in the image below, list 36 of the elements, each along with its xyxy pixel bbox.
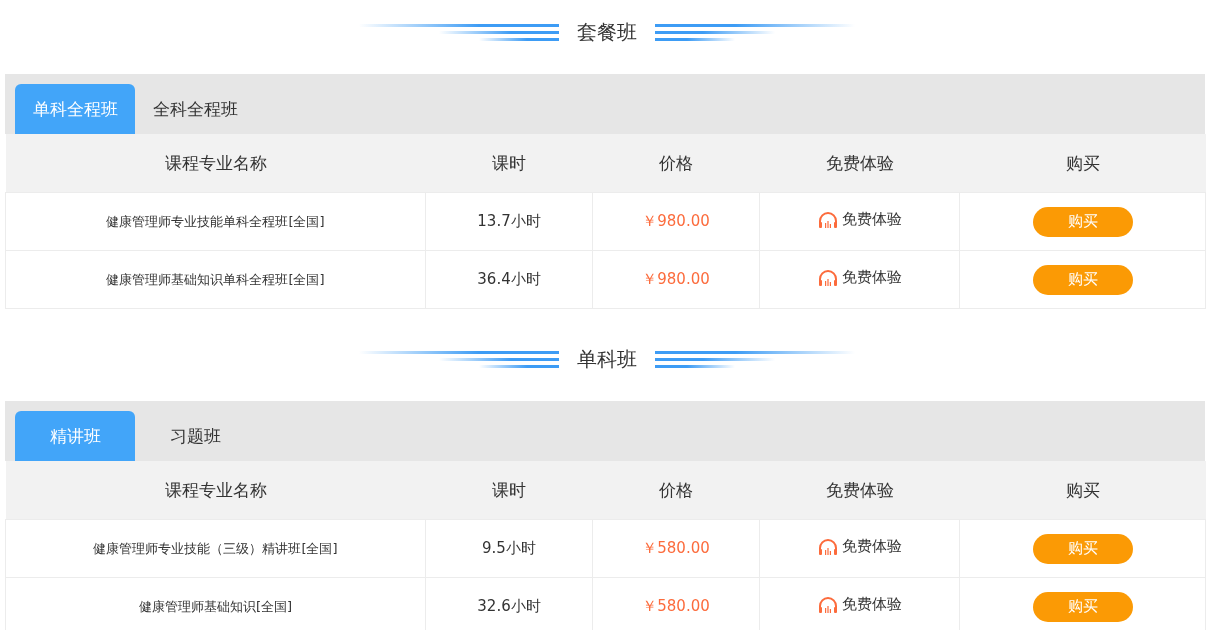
course-tab[interactable]: 习题班 [135, 411, 255, 461]
column-header: 课时 [425, 134, 593, 193]
column-header: 价格 [592, 134, 760, 193]
section-title: 单科班 [577, 345, 637, 373]
free-trial-link[interactable]: 免费体验 [841, 210, 902, 230]
column-header: 课程专业名称 [5, 134, 426, 193]
column-header: 课时 [425, 461, 593, 520]
course-hours: 13.7小时 [425, 192, 593, 251]
free-trial-link[interactable]: 免费体验 [841, 537, 902, 557]
headphones-icon [817, 537, 838, 556]
free-trial-link[interactable]: 免费体验 [841, 268, 902, 288]
section-title: 套餐班 [577, 18, 637, 46]
headphones-icon [817, 210, 838, 229]
headphones-icon [817, 595, 838, 614]
decorative-lines-icon [655, 22, 855, 42]
column-header: 免费体验 [759, 461, 960, 520]
decorative-lines-icon [359, 22, 559, 42]
decorative-lines-icon [359, 349, 559, 369]
course-name: 健康管理师基础知识单科全程班[全国] [5, 250, 426, 309]
column-header: 购买 [959, 134, 1206, 193]
course-name: 健康管理师基础知识[全国] [5, 577, 426, 630]
decorative-lines-icon [655, 349, 855, 369]
course-price: ￥980.00 [592, 192, 760, 251]
course-name: 健康管理师专业技能单科全程班[全国] [5, 192, 426, 251]
headphones-icon [817, 268, 838, 287]
course-price: ￥580.00 [592, 519, 760, 578]
course-hours: 9.5小时 [425, 519, 593, 578]
column-header: 免费体验 [759, 134, 960, 193]
free-trial-link[interactable]: 免费体验 [841, 595, 902, 615]
course-name: 健康管理师专业技能（三级）精讲班[全国] [5, 519, 426, 578]
column-header: 价格 [592, 461, 760, 520]
course-tab[interactable]: 全科全程班 [135, 84, 255, 134]
column-header: 购买 [959, 461, 1206, 520]
course-price: ￥980.00 [592, 250, 760, 309]
course-hours: 36.4小时 [425, 250, 593, 309]
column-header: 课程专业名称 [5, 461, 426, 520]
